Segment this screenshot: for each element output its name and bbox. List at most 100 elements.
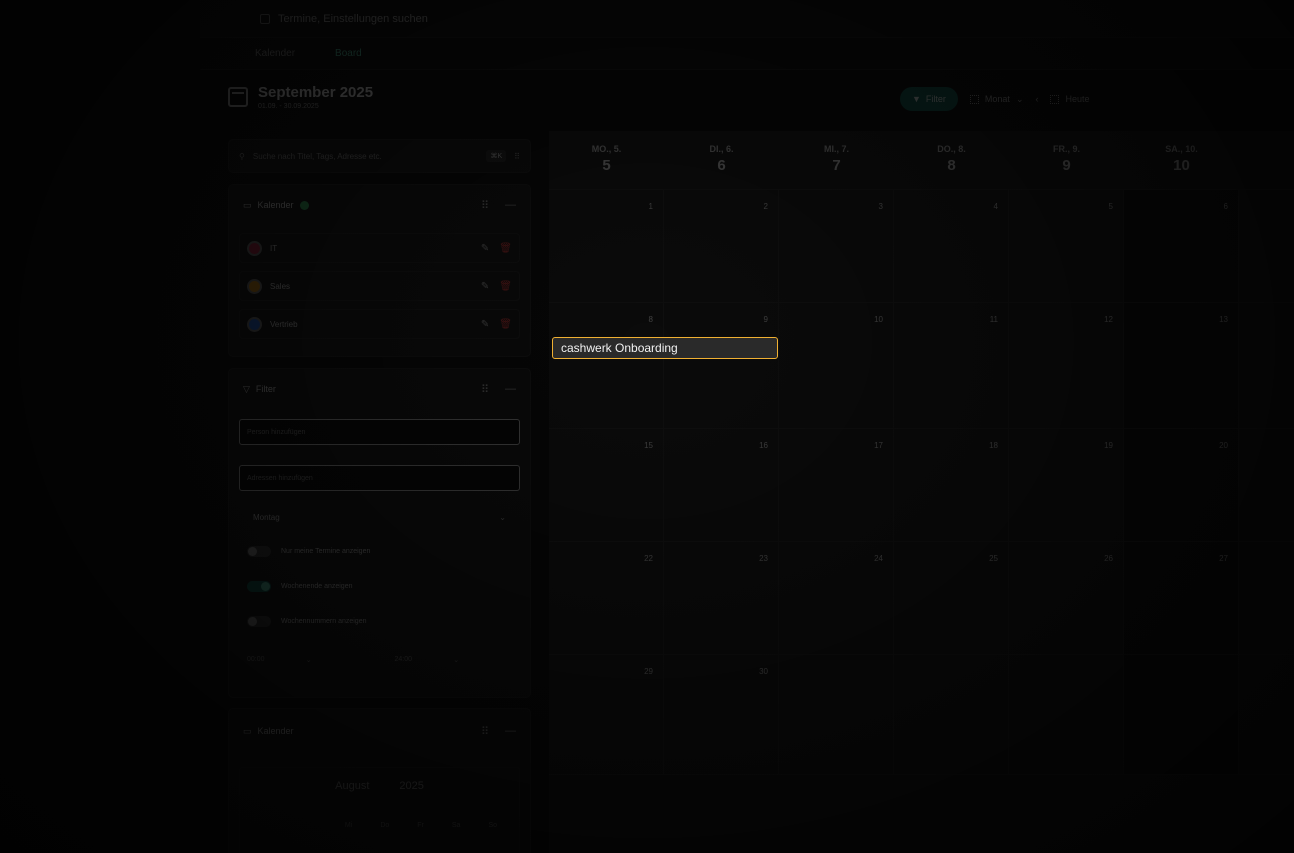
day-cell[interactable]: 18 [894, 429, 1009, 541]
day-cell[interactable]: 6 [1124, 190, 1239, 302]
week-row: 15 16 17 18 19 20 [549, 429, 1294, 542]
edit-icon[interactable]: ✎ [481, 281, 489, 292]
day-cell[interactable]: 3 [779, 190, 894, 302]
day-header: DI., 6. 6 [709, 144, 734, 174]
day-number: 13 [1219, 315, 1228, 324]
search-icon: ⚲ [239, 151, 245, 161]
toggle-row-weekend[interactable]: Wochenende anzeigen [247, 574, 512, 599]
mini-year[interactable]: 2025 [399, 780, 423, 792]
day-cell[interactable]: 12 [1009, 303, 1124, 428]
day-cell[interactable]: 10 [779, 303, 894, 428]
calendar-item-sales[interactable]: Sales ✎ 🗑 [239, 271, 520, 301]
day-cell[interactable] [894, 655, 1009, 774]
from-select[interactable]: 00:00 ⌄ [247, 656, 365, 664]
day-cell[interactable]: 27 [1124, 542, 1239, 654]
edit-icon[interactable]: ✎ [481, 319, 489, 330]
day-cell[interactable]: 30 [664, 655, 779, 774]
color-swatch[interactable] [247, 240, 262, 256]
day-cell[interactable]: 26 [1009, 542, 1124, 654]
delete-icon[interactable]: 🗑 [499, 243, 512, 254]
day-cell[interactable]: 25 [894, 542, 1009, 654]
week-start-select[interactable]: Montag ⌄ [239, 505, 520, 529]
nav-item-board[interactable]: Board [335, 48, 362, 59]
collapse-icon[interactable]: — [505, 199, 516, 212]
week-row: 29 30 [549, 655, 1294, 775]
day-cell[interactable]: 15 [549, 429, 664, 541]
mini-dow: Fr [417, 822, 424, 829]
day-cell[interactable]: 16 [664, 429, 779, 541]
day-number: 15 [644, 441, 653, 450]
day-cell[interactable]: 13 [1124, 303, 1239, 428]
calendar-toolbar: ▼ Filter Monat ⌄ ‹ Heute [900, 87, 1090, 111]
week-start-value: Montag [253, 512, 280, 522]
event-cashwerk-onboarding[interactable]: cashwerk Onboarding [552, 337, 778, 359]
day-cell[interactable]: 17 [779, 429, 894, 541]
day-cell[interactable]: 1 [549, 190, 664, 302]
grid-icon [969, 94, 979, 104]
delete-icon[interactable]: 🗑 [499, 281, 512, 292]
filter-icon: ▽ [243, 383, 250, 394]
toggle-switch[interactable] [247, 546, 271, 557]
shortcut-badge: ⌘K [486, 150, 507, 162]
day-cell[interactable] [1009, 655, 1124, 774]
toggle-row-week-numbers[interactable]: Wochennummern anzeigen [247, 609, 512, 634]
day-cell[interactable]: 19 [1009, 429, 1124, 541]
app-background: Termine, Einstellungen suchen Kalender B… [0, 0, 1294, 853]
nav-item-kalender[interactable]: Kalender [255, 48, 295, 59]
day-cell[interactable]: 29 [549, 655, 664, 774]
day-cell[interactable]: 23 [664, 542, 779, 654]
weeks-container: 1 2 3 4 5 6 8 9 10 11 12 13 15 16 17 18 19 20 22 23 24 25 26 27… [549, 190, 1294, 775]
day-cell[interactable]: 11 [894, 303, 1009, 428]
day-cell[interactable]: 22 [549, 542, 664, 654]
drag-handle-icon[interactable]: ⠿ [481, 199, 489, 212]
day-cell[interactable]: 20 [1124, 429, 1239, 541]
mini-dow: Do [380, 822, 390, 829]
person-input[interactable]: Person hinzufügen [239, 419, 520, 445]
address-input[interactable]: Adressen hinzufügen [239, 465, 520, 491]
toggle-switch[interactable] [247, 581, 271, 592]
day-cell[interactable]: 2 [664, 190, 779, 302]
mini-month[interactable]: August [335, 780, 369, 792]
toggle-label: Wochenende anzeigen [281, 583, 353, 590]
day-cell[interactable]: 4 [894, 190, 1009, 302]
collapse-icon[interactable]: — [505, 383, 516, 396]
calendar-item-vertrieb[interactable]: Vertrieb ✎ 🗑 [239, 309, 520, 339]
collapse-icon[interactable]: — [505, 725, 516, 738]
add-calendar-icon[interactable] [299, 200, 309, 210]
edit-icon[interactable]: ✎ [481, 243, 489, 254]
day-header: MI., 7. 7 [823, 144, 849, 174]
day-cell[interactable]: 9 [664, 303, 779, 428]
day-header-row: MO., 5. 5 DI., 6. 6 MI., 7. 7 DO., 8. 8 FR.,… [549, 131, 1294, 190]
date-range: 01.09. - 30.09.2025 [258, 103, 319, 110]
today-button[interactable]: Heute [1050, 94, 1090, 104]
top-search-bar[interactable]: Termine, Einstellungen suchen [200, 0, 1294, 38]
toggle-label: Nur meine Termine anzeigen [281, 548, 371, 555]
day-cell[interactable] [779, 655, 894, 774]
main-nav: Kalender Board [200, 38, 1294, 70]
calendar-item-it[interactable]: IT ✎ 🗑 [239, 233, 520, 263]
drag-handle-icon[interactable]: ⠿ [514, 152, 520, 161]
search-box[interactable]: ⚲ Suche nach Titel, Tags, Adresse etc. ⌘… [228, 139, 531, 173]
toggle-row-own-events[interactable]: Nur meine Termine anzeigen [247, 539, 512, 564]
day-number: 23 [759, 554, 768, 563]
day-header: SA., 10. 10 [1165, 144, 1198, 174]
prev-button[interactable]: ‹ [1035, 94, 1038, 104]
color-swatch[interactable] [247, 316, 262, 332]
day-cell[interactable]: 8 [549, 303, 664, 428]
to-select[interactable]: 24:00 ⌄ [395, 656, 513, 664]
day-number: 29 [644, 667, 653, 676]
view-select[interactable]: Monat ⌄ [969, 94, 1023, 105]
toggle-switch[interactable] [247, 616, 271, 627]
day-cell[interactable]: 5 [1009, 190, 1124, 302]
drag-handle-icon[interactable]: ⠿ [481, 725, 489, 738]
mini-dow: Sa [451, 822, 461, 829]
search-input[interactable]: Suche nach Titel, Tags, Adresse etc. [253, 152, 382, 161]
drag-handle-icon[interactable]: ⠿ [481, 383, 489, 396]
color-swatch[interactable] [247, 278, 262, 294]
day-number: 20 [1219, 441, 1228, 450]
calendar-icon [228, 87, 248, 107]
delete-icon[interactable]: 🗑 [499, 319, 512, 330]
day-cell[interactable]: 24 [779, 542, 894, 654]
day-cell[interactable] [1124, 655, 1239, 774]
filter-button[interactable]: ▼ Filter [900, 87, 958, 111]
